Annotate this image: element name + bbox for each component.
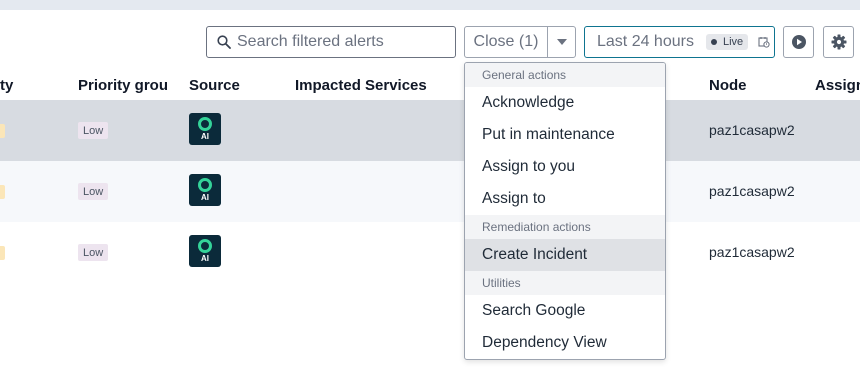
menu-section-remediation: Remediation actions	[465, 215, 665, 239]
source-label: AI	[201, 193, 209, 202]
live-label: Live	[722, 36, 744, 48]
source-ring	[198, 178, 212, 192]
menu-item-assign-to-you[interactable]: Assign to you	[465, 151, 665, 183]
close-dropdown-toggle[interactable]	[547, 26, 576, 58]
menu-section-general: General actions	[465, 63, 665, 87]
chevron-down-icon	[556, 39, 567, 45]
settings-button[interactable]	[823, 26, 854, 58]
menu-item-dependency-view[interactable]: Dependency View	[465, 327, 665, 359]
live-badge: Live	[705, 34, 749, 50]
search-box[interactable]	[206, 26, 456, 58]
menu-section-utilities: Utilities	[465, 271, 665, 295]
calendar-clock-icon	[758, 37, 770, 48]
priority-badge: Low	[78, 244, 109, 261]
menu-item-put-in-maintenance[interactable]: Put in maintenance	[465, 119, 665, 151]
search-icon	[217, 35, 231, 49]
node-cell: paz1casapw2	[709, 122, 795, 138]
menu-item-acknowledge[interactable]: Acknowledge	[465, 87, 665, 119]
play-icon	[791, 35, 806, 49]
table-row[interactable]: Low AI paz1casapw2	[0, 222, 860, 283]
column-header-severity[interactable]: ty	[0, 77, 13, 94]
table-row[interactable]: Low AI paz1casapw2	[0, 161, 860, 222]
source-label: AI	[201, 254, 209, 263]
column-header-node[interactable]: Node	[709, 77, 747, 94]
severity-badge	[0, 246, 5, 260]
source-label: AI	[201, 132, 209, 141]
node-cell: paz1casapw2	[709, 183, 795, 199]
time-range-label: Last 24 hours	[597, 33, 694, 50]
close-button[interactable]: Close (1)	[464, 26, 548, 58]
menu-item-assign-to[interactable]: Assign to	[465, 183, 665, 215]
search-input[interactable]	[237, 33, 447, 51]
top-strip	[0, 0, 860, 10]
gear-icon	[831, 34, 846, 50]
source-ai-icon: AI	[189, 174, 221, 206]
column-header-source[interactable]: Source	[189, 77, 240, 94]
source-ring	[198, 239, 212, 253]
column-header-impacted-services[interactable]: Impacted Services	[295, 77, 427, 94]
priority-badge: Low	[78, 183, 109, 200]
source-ai-icon: AI	[189, 113, 221, 145]
close-actions-menu: General actions Acknowledge Put in maint…	[464, 62, 666, 360]
source-ring	[198, 117, 212, 131]
live-dot	[710, 39, 717, 45]
menu-item-search-google[interactable]: Search Google	[465, 295, 665, 327]
severity-badge	[0, 185, 5, 199]
column-header-assignee[interactable]: Assign	[815, 77, 860, 94]
source-ai-icon: AI	[189, 235, 221, 267]
play-button[interactable]	[783, 26, 814, 58]
severity-badge	[0, 124, 5, 138]
priority-badge: Low	[78, 122, 109, 139]
time-range-picker[interactable]: Last 24 hours Live	[584, 26, 775, 58]
menu-item-create-incident[interactable]: Create Incident	[465, 239, 665, 271]
table-row[interactable]: Low AI paz1casapw2	[0, 100, 860, 161]
column-header-priority-group[interactable]: Priority grou	[78, 77, 170, 94]
node-cell: paz1casapw2	[709, 244, 795, 260]
